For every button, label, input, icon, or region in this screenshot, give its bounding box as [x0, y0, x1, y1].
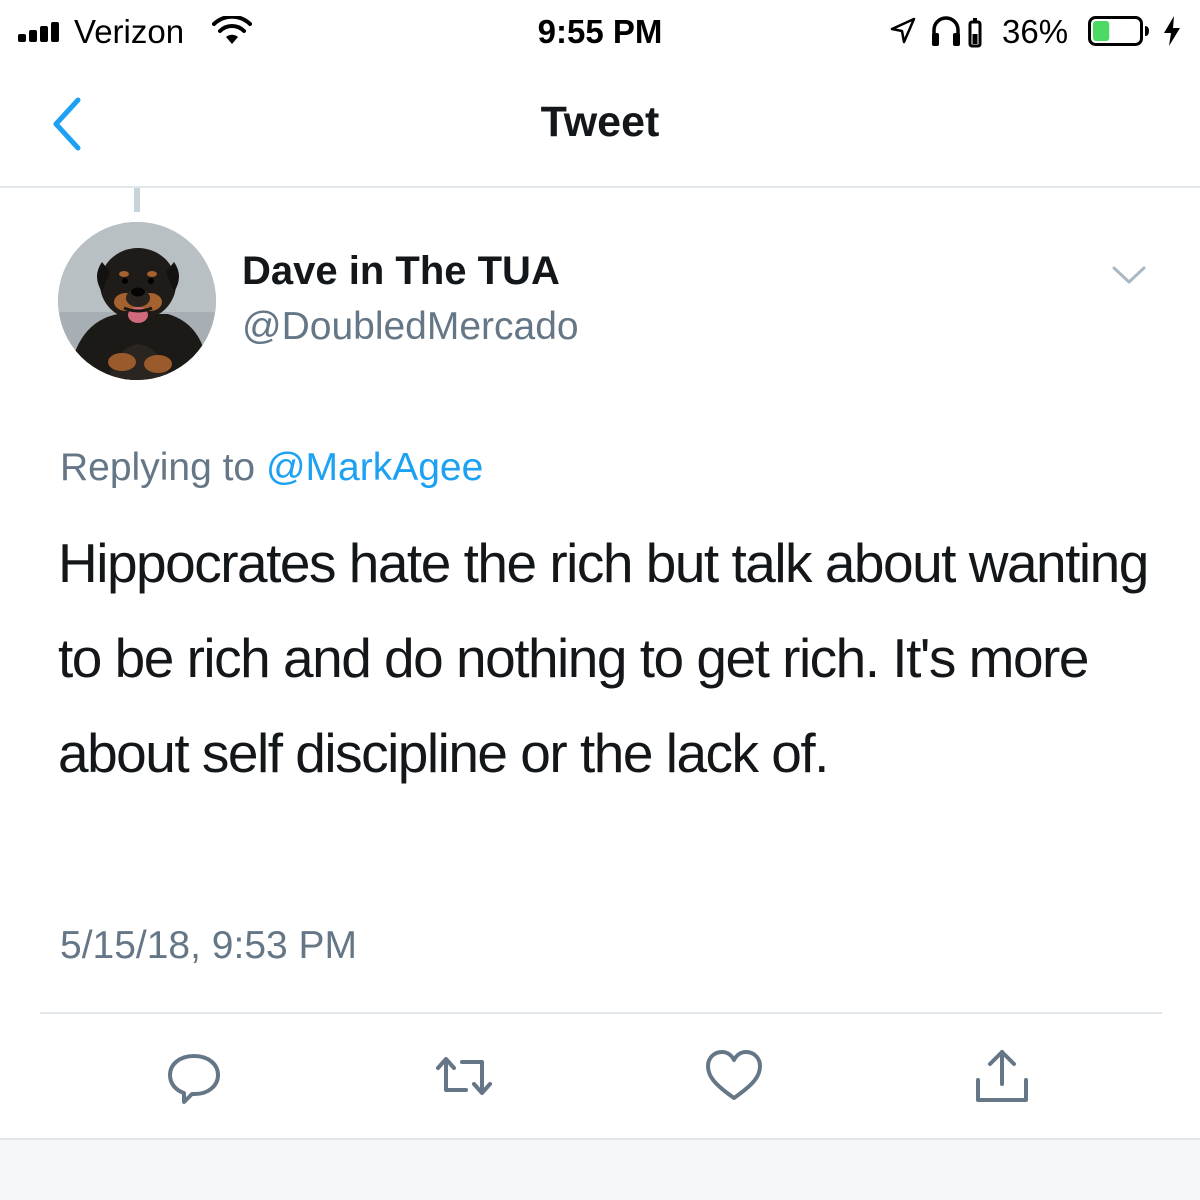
page-title: Tweet — [540, 98, 660, 146]
bottom-bar — [0, 1138, 1200, 1200]
divider — [40, 1012, 1162, 1014]
headphones-icon — [932, 16, 982, 48]
status-bar: Verizon 9:55 PM 36% — [0, 0, 1200, 64]
author-display-name[interactable]: Dave in The TUA — [242, 248, 560, 294]
author-handle[interactable]: @DoubledMercado — [242, 304, 579, 350]
chevron-down-icon[interactable] — [1108, 258, 1150, 294]
reply-icon[interactable] — [162, 1044, 226, 1108]
replying-to-line: Replying to @MarkAgee — [60, 444, 483, 492]
replying-to-link[interactable]: @MarkAgee — [266, 446, 483, 489]
thread-connector-line — [134, 188, 140, 212]
replying-to-label: Replying to — [60, 446, 266, 489]
share-icon[interactable] — [970, 1044, 1034, 1108]
location-icon — [890, 17, 916, 44]
rottweiler-avatar-icon — [58, 222, 216, 380]
retweet-icon[interactable] — [432, 1044, 496, 1108]
tweet-detail-screen: Verizon 9:55 PM 36% Tweet Dave in The TU… — [0, 0, 1200, 1200]
battery-icon — [1088, 16, 1149, 46]
charging-bolt-icon — [1164, 16, 1180, 46]
avatar[interactable] — [58, 222, 216, 380]
tweet-text: Hippocrates hate the rich but talk about… — [58, 532, 1149, 784]
nav-bar: Tweet — [0, 64, 1200, 188]
tweet-timestamp: 5/15/18, 9:53 PM — [60, 924, 358, 967]
battery-percent: 36% — [1002, 13, 1069, 50]
heart-icon[interactable] — [702, 1044, 766, 1108]
